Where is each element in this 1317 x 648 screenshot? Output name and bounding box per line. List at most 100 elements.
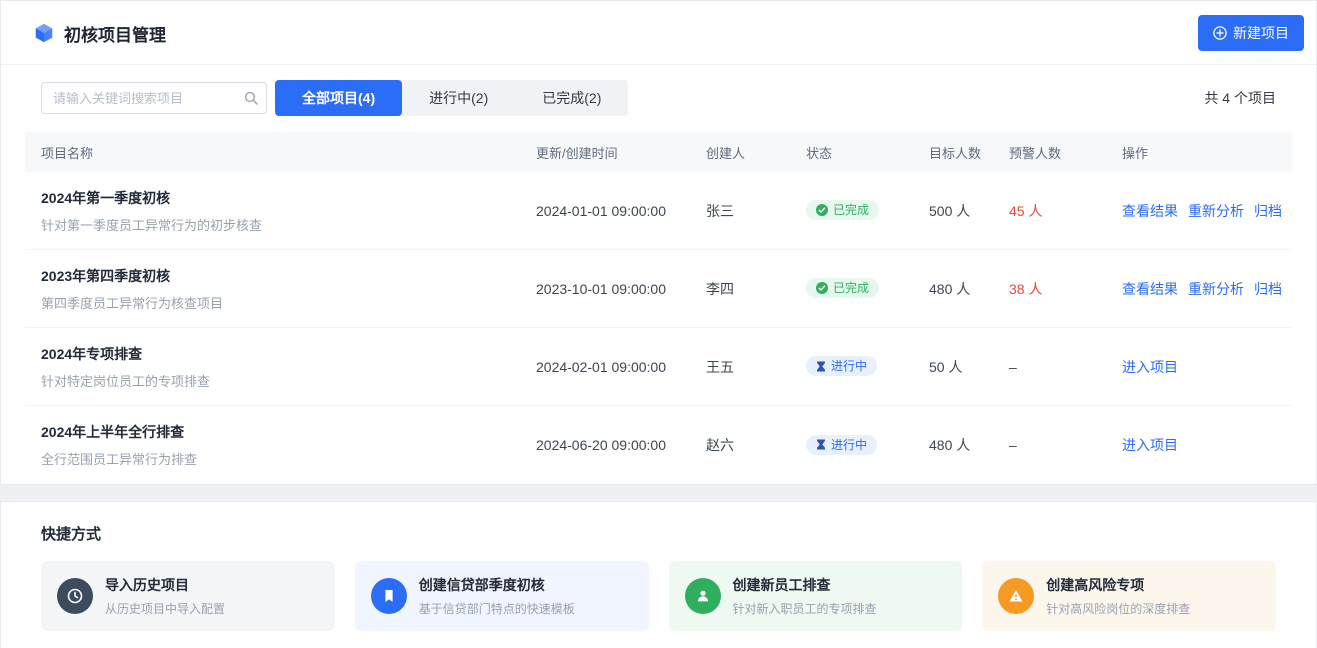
filter-tabs: 全部项目(4) 进行中(2) 已完成(2) [275, 80, 628, 116]
shortcut-description: 基于信贷部门特点的快速模板 [419, 600, 575, 617]
project-warning-count: – [1009, 359, 1122, 375]
shortcut-text: 创建新员工排查 针对新入职员工的专项排查 [733, 575, 877, 617]
check-circle-icon [816, 204, 828, 216]
bookmark-icon [371, 578, 407, 614]
shortcut-description: 从历史项目中导入配置 [105, 600, 225, 617]
reanalyze-link[interactable]: 重新分析 [1188, 279, 1244, 299]
search-input[interactable] [41, 82, 267, 114]
column-header-creator: 创建人 [706, 143, 806, 162]
project-time: 2024-02-01 09:00:00 [536, 359, 706, 375]
project-description: 全行范围员工异常行为排查 [41, 449, 536, 468]
table-header-row: 项目名称 更新/创建时间 创建人 状态 目标人数 预警人数 操作 [25, 132, 1292, 172]
shortcut-cards: 导入历史项目 从历史项目中导入配置 创建信贷部季度初核 基于信贷部门特点的快速模… [41, 561, 1276, 631]
status-badge: 进行中 [806, 356, 877, 376]
shortcut-text: 创建高风险专项 针对高风险岗位的深度排查 [1046, 575, 1190, 617]
hourglass-icon [816, 361, 826, 372]
plus-circle-icon [1213, 26, 1227, 40]
shortcut-title: 导入历史项目 [105, 575, 225, 595]
enter-project-link[interactable]: 进入项目 [1122, 435, 1178, 455]
project-creator: 赵六 [706, 435, 806, 455]
row-actions: 查看结果 重新分析 归档 [1122, 279, 1276, 299]
enter-project-link[interactable]: 进入项目 [1122, 357, 1178, 377]
shortcut-description: 针对高风险岗位的深度排查 [1046, 600, 1190, 617]
column-header-actions: 操作 [1122, 143, 1276, 162]
tab-all-projects[interactable]: 全部项目(4) [275, 80, 402, 116]
toolbar: 全部项目(4) 进行中(2) 已完成(2) 共 4 个项目 [1, 65, 1316, 116]
project-name: 2024年上半年全行排查 [41, 422, 536, 442]
hourglass-icon [816, 439, 826, 450]
shortcut-import-history[interactable]: 导入历史项目 从历史项目中导入配置 [41, 561, 335, 631]
main-panel: 初核项目管理 新建项目 [0, 0, 1317, 485]
column-header-target: 目标人数 [929, 143, 1009, 162]
search-box [41, 82, 267, 114]
cube-logo-icon [33, 22, 55, 44]
project-table: 项目名称 更新/创建时间 创建人 状态 目标人数 预警人数 操作 2024年第一… [25, 132, 1292, 484]
person-icon [685, 578, 721, 614]
search-icon[interactable] [244, 91, 258, 105]
project-name: 2023年第四季度初核 [41, 266, 536, 286]
project-name-cell: 2024年专项排查 针对特定岗位员工的专项排查 [41, 344, 536, 390]
project-management-page: 初核项目管理 新建项目 [0, 0, 1317, 648]
page-title: 初核项目管理 [64, 21, 166, 46]
view-results-link[interactable]: 查看结果 [1122, 279, 1178, 299]
table-row: 2024年专项排查 针对特定岗位员工的专项排查 2024-02-01 09:00… [25, 328, 1292, 406]
tab-completed[interactable]: 已完成(2) [515, 80, 628, 116]
project-description: 针对特定岗位员工的专项排查 [41, 371, 536, 390]
shortcut-description: 针对新入职员工的专项排查 [733, 600, 877, 617]
project-target-count: 480 人 [929, 435, 1009, 455]
project-name-cell: 2024年第一季度初核 针对第一季度员工异常行为的初步核查 [41, 188, 536, 234]
status-label: 进行中 [831, 439, 867, 451]
status-badge: 进行中 [806, 435, 877, 455]
project-time: 2023-10-01 09:00:00 [536, 281, 706, 297]
row-actions: 进入项目 [1122, 435, 1276, 455]
column-header-status: 状态 [806, 143, 929, 162]
status-cell: 已完成 [806, 278, 929, 299]
tab-in-progress[interactable]: 进行中(2) [402, 80, 515, 116]
shortcuts-title: 快捷方式 [41, 523, 1276, 544]
project-creator: 李四 [706, 279, 806, 299]
column-header-time: 更新/创建时间 [536, 143, 706, 162]
project-warning-count: 45 人 [1009, 201, 1122, 221]
status-cell: 进行中 [806, 435, 929, 456]
project-description: 第四季度员工异常行为核查项目 [41, 293, 536, 312]
shortcut-title: 创建新员工排查 [733, 575, 877, 595]
shortcuts-panel: 快捷方式 导入历史项目 从历史项目中导入配置 [0, 501, 1317, 648]
project-creator: 王五 [706, 357, 806, 377]
shortcut-title: 创建高风险专项 [1046, 575, 1190, 595]
warning-triangle-icon [998, 578, 1034, 614]
project-description: 针对第一季度员工异常行为的初步核查 [41, 215, 536, 234]
status-badge: 已完成 [806, 278, 879, 298]
status-cell: 已完成 [806, 200, 929, 221]
project-warning-count: 38 人 [1009, 279, 1122, 299]
view-results-link[interactable]: 查看结果 [1122, 201, 1178, 221]
table-row: 2024年第一季度初核 针对第一季度员工异常行为的初步核查 2024-01-01… [25, 172, 1292, 250]
project-time: 2024-01-01 09:00:00 [536, 203, 706, 219]
header-left: 初核项目管理 [33, 21, 166, 46]
status-label: 已完成 [833, 282, 869, 294]
project-warning-count: – [1009, 437, 1122, 453]
table-row: 2023年第四季度初核 第四季度员工异常行为核查项目 2023-10-01 09… [25, 250, 1292, 328]
status-label: 已完成 [833, 204, 869, 216]
archive-link[interactable]: 归档 [1254, 279, 1282, 299]
project-name: 2024年第一季度初核 [41, 188, 536, 208]
check-circle-icon [816, 282, 828, 294]
status-badge: 已完成 [806, 200, 879, 220]
status-label: 进行中 [831, 360, 867, 372]
project-target-count: 500 人 [929, 201, 1009, 221]
page-header: 初核项目管理 新建项目 [1, 1, 1316, 65]
shortcut-new-employee[interactable]: 创建新员工排查 针对新入职员工的专项排查 [669, 561, 963, 631]
column-header-warning: 预警人数 [1009, 143, 1122, 162]
reanalyze-link[interactable]: 重新分析 [1188, 201, 1244, 221]
project-total-count: 共 4 个项目 [1204, 88, 1276, 108]
shortcut-text: 导入历史项目 从历史项目中导入配置 [105, 575, 225, 617]
shortcut-title: 创建信贷部季度初核 [419, 575, 575, 595]
archive-link[interactable]: 归档 [1254, 201, 1282, 221]
new-project-button[interactable]: 新建项目 [1198, 15, 1304, 51]
table-row: 2024年上半年全行排查 全行范围员工异常行为排查 2024-06-20 09:… [25, 406, 1292, 484]
project-time: 2024-06-20 09:00:00 [536, 437, 706, 453]
shortcut-text: 创建信贷部季度初核 基于信贷部门特点的快速模板 [419, 575, 575, 617]
project-name-cell: 2023年第四季度初核 第四季度员工异常行为核查项目 [41, 266, 536, 312]
shortcut-credit-quarterly[interactable]: 创建信贷部季度初核 基于信贷部门特点的快速模板 [355, 561, 649, 631]
project-name-cell: 2024年上半年全行排查 全行范围员工异常行为排查 [41, 422, 536, 468]
shortcut-high-risk[interactable]: 创建高风险专项 针对高风险岗位的深度排查 [982, 561, 1276, 631]
